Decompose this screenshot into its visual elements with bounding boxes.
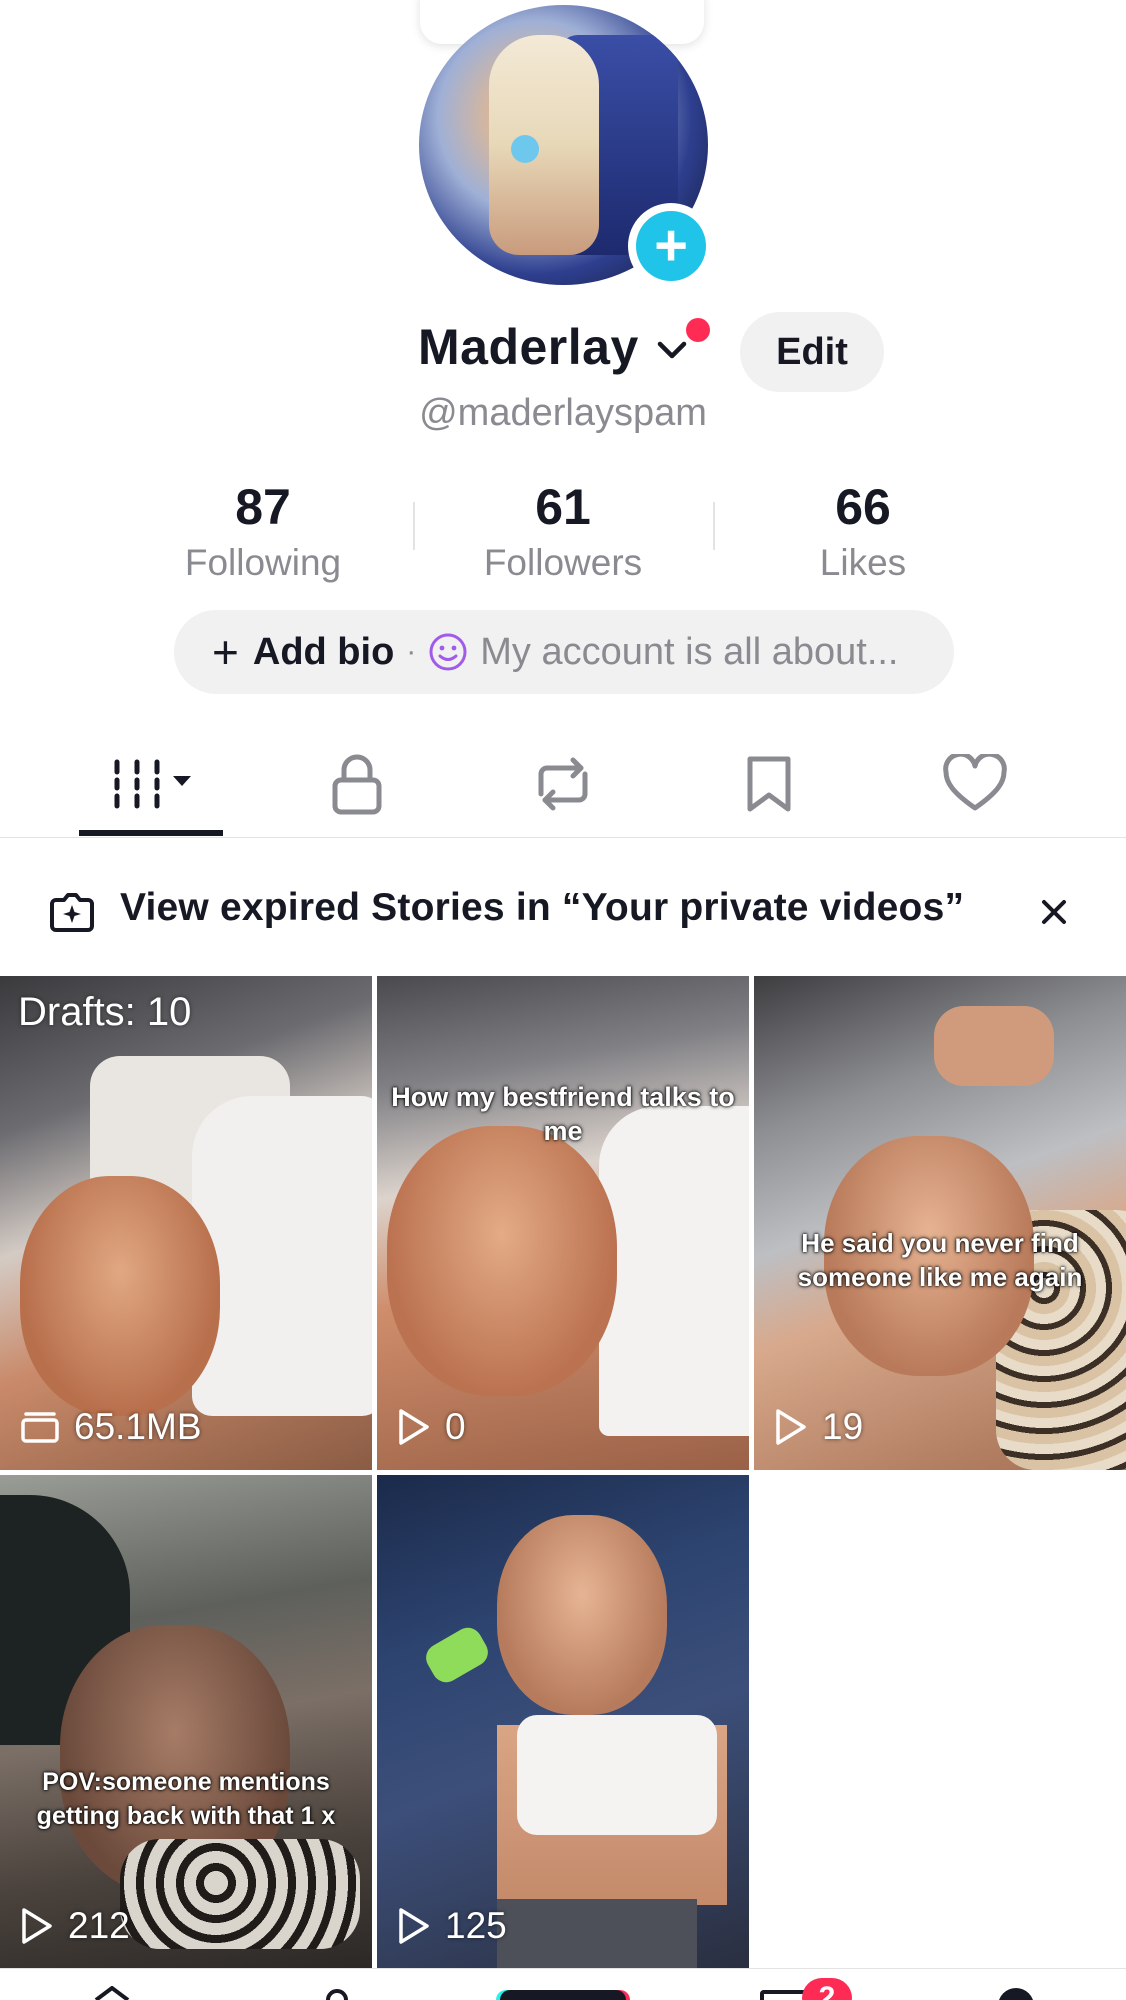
banner-text: View expired Stories in “Your private vi… — [120, 886, 965, 929]
profile-tabs — [0, 730, 1126, 838]
profile-handle: @maderlayspam — [419, 392, 707, 434]
drafts-size: 65.1MB — [20, 1406, 202, 1448]
active-tab-indicator — [79, 830, 223, 836]
avatar-photo-subject — [489, 35, 599, 255]
profile-username[interactable]: Maderlay — [418, 318, 639, 376]
video-views: 125 — [397, 1905, 507, 1947]
stat-following-value: 87 — [235, 479, 291, 535]
stat-followers[interactable]: 61 Followers — [413, 478, 713, 584]
bookmark-icon — [747, 756, 791, 812]
tab-liked[interactable] — [872, 730, 1078, 838]
drafts-folder-icon — [21, 1412, 59, 1443]
thumbnail-shirt — [599, 1106, 749, 1436]
chevron-down-icon[interactable] — [654, 332, 690, 368]
caret-down-icon — [173, 776, 191, 786]
add-avatar-button[interactable]: + — [628, 203, 714, 289]
home-icon[interactable] — [92, 1986, 132, 2000]
thumbnail-green-object — [421, 1622, 493, 1688]
drafts-tile[interactable]: Drafts: 10 65.1MB — [0, 976, 372, 1470]
stat-likes[interactable]: 66 Likes — [713, 478, 1013, 584]
thumbnail-face — [20, 1176, 220, 1416]
video-views: 212 — [20, 1905, 130, 1947]
stat-likes-value: 66 — [835, 479, 891, 535]
video-caption: POV:someone mentions getting back with t… — [36, 1768, 336, 1830]
tab-reposts[interactable] — [460, 730, 666, 838]
stat-likes-label: Likes — [819, 542, 907, 583]
play-icon — [399, 1409, 429, 1445]
lock-icon — [332, 754, 382, 815]
notification-dot — [686, 318, 710, 342]
avatar-heart-sticker — [511, 135, 539, 163]
video-caption: He said you never find someone like me a… — [797, 1228, 1083, 1292]
bio-placeholder: My account is all about... — [480, 630, 899, 673]
repost-icon — [538, 757, 588, 811]
thumbnail-face — [497, 1515, 667, 1715]
inbox-icon[interactable] — [760, 1990, 808, 2000]
video-tile[interactable]: 125 — [377, 1475, 749, 1969]
add-bio-label: Add bio — [252, 630, 395, 673]
story-add-icon — [50, 893, 94, 932]
thumbnail-shirt — [192, 1096, 372, 1416]
add-bio-button[interactable]: + Add bio · My account is all about... — [174, 610, 954, 694]
smiley-icon — [429, 633, 467, 671]
thumbnail-leopard-pattern — [120, 1839, 360, 1949]
tab-private[interactable] — [254, 730, 460, 838]
video-views: 0 — [397, 1406, 466, 1448]
thumbnail-shorts — [497, 1899, 697, 1969]
video-tile[interactable]: How my bestfriend talks to me 0 — [377, 976, 749, 1470]
drafts-size-value: 65.1MB — [74, 1406, 202, 1447]
thumbnail-top — [517, 1715, 717, 1835]
thumbnail-hand — [934, 1006, 1054, 1086]
tab-saved[interactable] — [666, 730, 872, 838]
stat-followers-label: Followers — [483, 542, 643, 583]
video-views-count: 125 — [445, 1905, 507, 1946]
video-tile[interactable]: POV:someone mentions getting back with t… — [0, 1475, 372, 1969]
edit-profile-button[interactable]: Edit — [740, 312, 884, 392]
create-button[interactable] — [500, 1990, 626, 2000]
video-caption: How my bestfriend talks to me — [391, 1082, 735, 1146]
plus-icon: + — [212, 626, 239, 678]
stat-following[interactable]: 87 Following — [113, 478, 413, 584]
video-tile[interactable]: He said you never find someone like me a… — [754, 976, 1126, 1470]
play-icon — [399, 1908, 429, 1944]
video-views: 19 — [774, 1406, 863, 1448]
drafts-label: Drafts: 10 — [18, 990, 192, 1034]
stat-following-label: Following — [184, 542, 342, 583]
play-icon — [776, 1409, 806, 1445]
plus-icon: + — [636, 211, 706, 281]
expired-stories-banner[interactable]: View expired Stories in “Your private vi… — [0, 846, 1126, 976]
thumbnail-face — [387, 1126, 617, 1396]
friends-icon[interactable] — [322, 1986, 352, 2000]
video-views-count: 212 — [68, 1905, 130, 1946]
stat-followers-value: 61 — [535, 479, 591, 535]
tab-videos[interactable] — [48, 730, 254, 838]
video-views-count: 0 — [445, 1406, 466, 1447]
play-icon — [22, 1908, 52, 1944]
close-icon[interactable] — [1034, 892, 1074, 932]
bio-separator: · — [406, 635, 417, 668]
video-views-count: 19 — [822, 1406, 864, 1447]
videos-grid-icon — [114, 759, 191, 809]
heart-icon — [943, 754, 1007, 811]
